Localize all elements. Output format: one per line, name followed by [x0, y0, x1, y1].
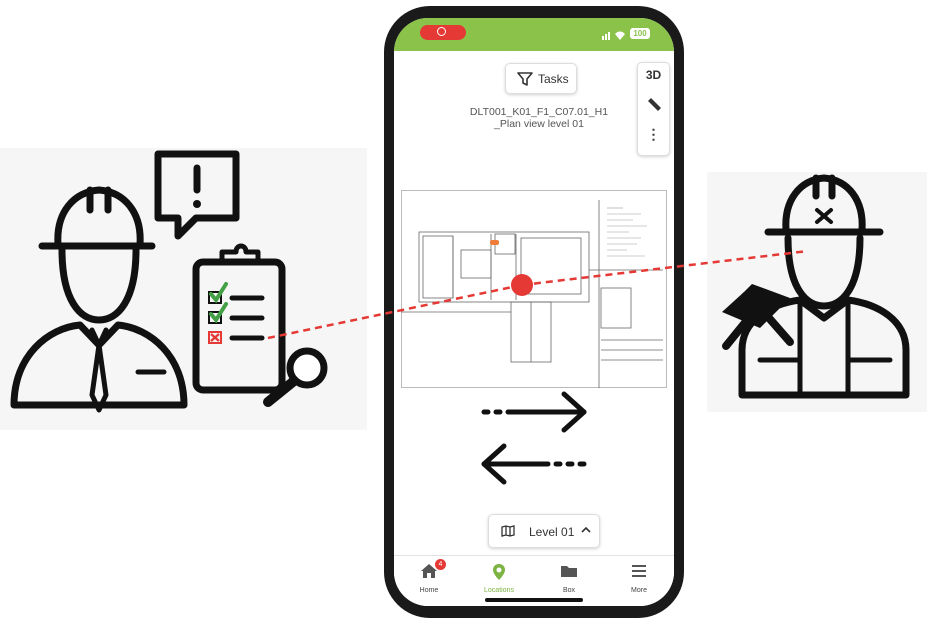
hard-hat-icon: [38, 186, 156, 250]
hammer-icon: [722, 284, 794, 350]
task-link-line: [267, 283, 523, 340]
location-marker[interactable]: [511, 274, 533, 296]
clipboard-checklist-icon: [192, 243, 286, 394]
magnifier-icon: [263, 347, 328, 407]
inspector-figure: [10, 186, 188, 413]
task-link-line-right: [521, 249, 809, 287]
worker-figure: [738, 174, 910, 399]
alert-bubble-icon: [154, 150, 240, 240]
illustration-overlay: [10, 150, 910, 413]
